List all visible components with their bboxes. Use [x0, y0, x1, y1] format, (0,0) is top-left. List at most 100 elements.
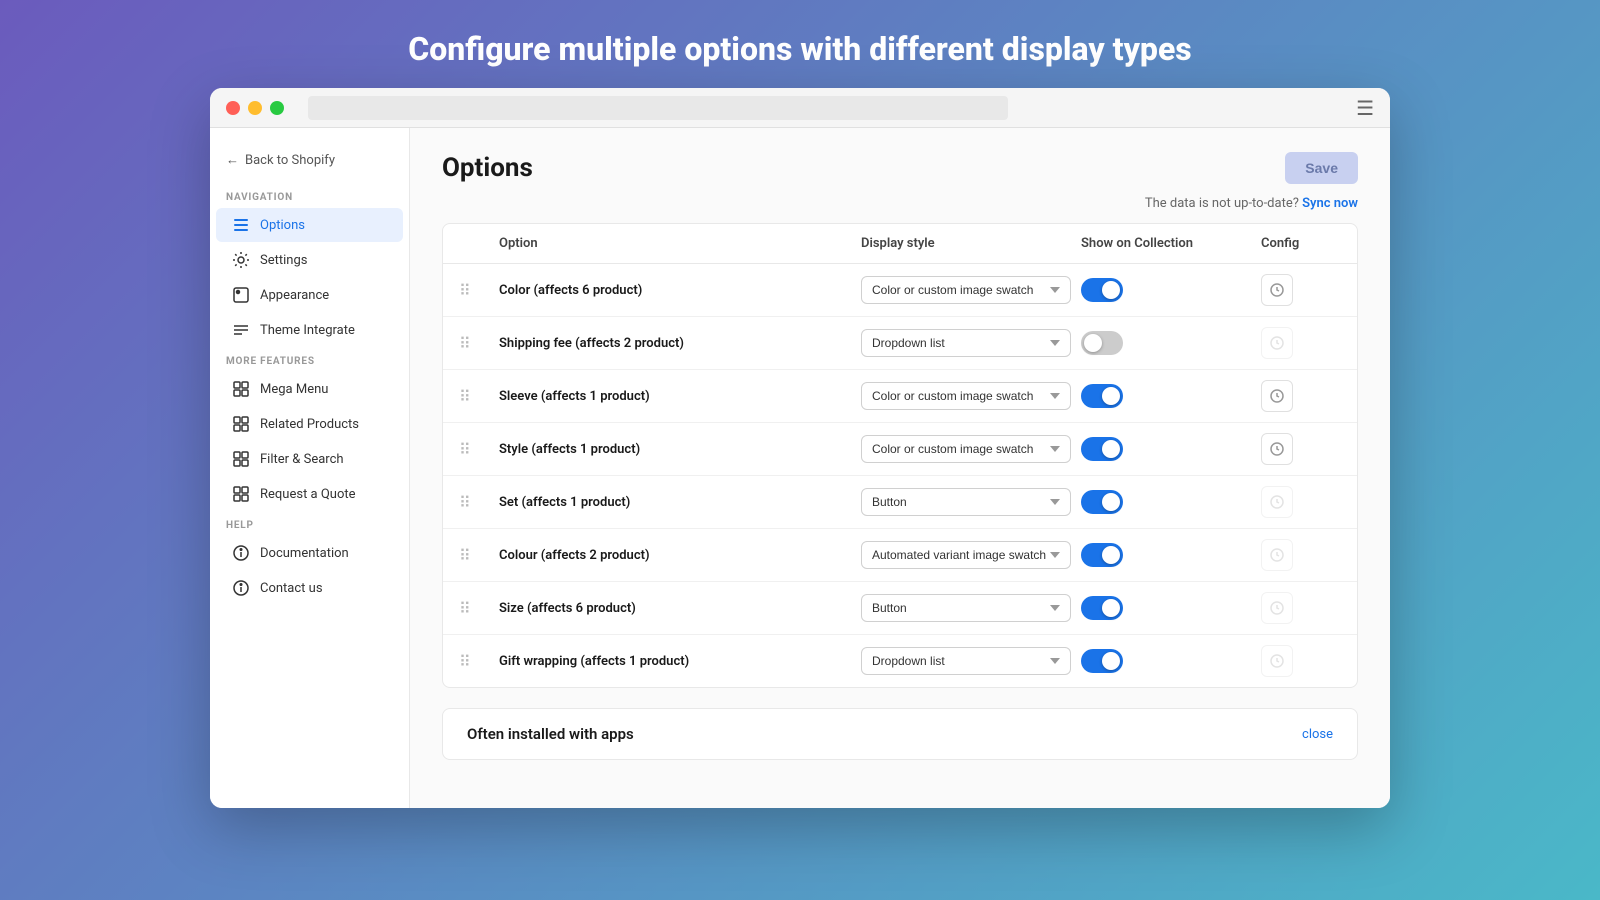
- filter-search-icon: [232, 450, 250, 468]
- config-cell-7: [1261, 645, 1341, 677]
- titlebar-menu-icon[interactable]: ☰: [1356, 96, 1374, 120]
- option-name-cell: Color (affects 6 product): [499, 283, 861, 298]
- table-row: ⠿ Set (affects 1 product) Button Color o…: [443, 476, 1357, 529]
- often-installed-section: Often installed with apps close: [442, 708, 1358, 760]
- toggle-cell-5: [1081, 543, 1261, 567]
- back-arrow-icon: ←: [226, 152, 239, 168]
- sidebar-item-mega-menu[interactable]: Mega Menu: [216, 372, 403, 406]
- display-style-select-4[interactable]: Button Color or custom image swatch Drop…: [861, 488, 1071, 516]
- config-cell-4: [1261, 486, 1341, 518]
- traffic-lights: [226, 101, 284, 115]
- toggle-thumb-2: [1102, 387, 1120, 405]
- hero-title: Configure multiple options with differen…: [408, 0, 1191, 88]
- toggle-cell-1: [1081, 331, 1261, 355]
- sidebar: ← Back to Shopify NAVIGATION Options Set…: [210, 128, 410, 808]
- option-name: Color: [499, 283, 530, 298]
- documentation-icon: [232, 544, 250, 562]
- toggle-0[interactable]: [1081, 278, 1123, 302]
- toggle-cell-3: [1081, 437, 1261, 461]
- drag-handle[interactable]: ⠿: [459, 599, 499, 618]
- display-style-select-7[interactable]: Dropdown list Color or custom image swat…: [861, 647, 1071, 675]
- display-style-select-2[interactable]: Color or custom image swatch Dropdown li…: [861, 382, 1071, 410]
- option-name: Sleeve: [499, 389, 538, 404]
- toggle-cell-6: [1081, 596, 1261, 620]
- toggle-7[interactable]: [1081, 649, 1123, 673]
- back-to-shopify-button[interactable]: ← Back to Shopify: [210, 144, 409, 184]
- toggle-3[interactable]: [1081, 437, 1123, 461]
- table-header: Option Display style Show on Collection …: [443, 224, 1357, 264]
- sidebar-item-contact-us[interactable]: Contact us: [216, 571, 403, 605]
- titlebar: ☰: [210, 88, 1390, 128]
- display-style-cell: Color or custom image swatch Dropdown li…: [861, 276, 1081, 304]
- display-style-cell: Dropdown list Color or custom image swat…: [861, 647, 1081, 675]
- drag-handle[interactable]: ⠿: [459, 281, 499, 300]
- toggle-5[interactable]: [1081, 543, 1123, 567]
- sidebar-item-mega-menu-label: Mega Menu: [260, 382, 328, 397]
- sidebar-item-theme-integrate[interactable]: Theme Integrate: [216, 313, 403, 347]
- often-installed-title: Often installed with apps: [467, 725, 634, 743]
- maximize-dot[interactable]: [270, 101, 284, 115]
- config-cell-3: [1261, 433, 1341, 465]
- sidebar-item-settings[interactable]: Settings: [216, 243, 403, 277]
- page-header: Options Save: [442, 152, 1358, 184]
- settings-icon: [232, 251, 250, 269]
- config-cell-2: [1261, 380, 1341, 412]
- config-col-header: Config: [1261, 236, 1341, 251]
- drag-handle[interactable]: ⠿: [459, 334, 499, 353]
- option-name-cell: Colour (affects 2 product): [499, 548, 861, 563]
- toggle-4[interactable]: [1081, 490, 1123, 514]
- config-button-2[interactable]: [1261, 380, 1293, 412]
- sidebar-item-documentation[interactable]: Documentation: [216, 536, 403, 570]
- display-style-select-3[interactable]: Color or custom image swatch Dropdown li…: [861, 435, 1071, 463]
- request-quote-icon: [232, 485, 250, 503]
- sync-now-link[interactable]: Sync now: [1302, 196, 1358, 211]
- option-affects: (affects 6 product): [527, 601, 636, 616]
- back-to-shopify-label: Back to Shopify: [245, 153, 335, 168]
- related-products-icon: [232, 415, 250, 433]
- minimize-dot[interactable]: [248, 101, 262, 115]
- drag-handle[interactable]: ⠿: [459, 652, 499, 671]
- toggle-thumb-4: [1102, 493, 1120, 511]
- config-button-0[interactable]: [1261, 274, 1293, 306]
- sidebar-item-appearance[interactable]: Appearance: [216, 278, 403, 312]
- sidebar-item-related-products[interactable]: Related Products: [216, 407, 403, 441]
- option-name: Set: [499, 495, 518, 510]
- sidebar-item-options[interactable]: Options: [216, 208, 403, 242]
- option-affects: (affects 1 product): [541, 389, 650, 404]
- config-button-3[interactable]: [1261, 433, 1293, 465]
- often-installed-close-button[interactable]: close: [1302, 727, 1333, 742]
- close-dot[interactable]: [226, 101, 240, 115]
- toggle-thumb-5: [1102, 546, 1120, 564]
- display-style-cell: Button Color or custom image swatch Drop…: [861, 594, 1081, 622]
- option-affects: (affects 6 product): [534, 283, 643, 298]
- save-button[interactable]: Save: [1285, 152, 1358, 184]
- drag-handle[interactable]: ⠿: [459, 546, 499, 565]
- drag-handle[interactable]: ⠿: [459, 493, 499, 512]
- sidebar-item-request-quote[interactable]: Request a Quote: [216, 477, 403, 511]
- sidebar-item-filter-search[interactable]: Filter & Search: [216, 442, 403, 476]
- option-name-cell: Sleeve (affects 1 product): [499, 389, 861, 404]
- app-window: ☰ ← Back to Shopify NAVIGATION Options S…: [210, 88, 1390, 808]
- sidebar-item-appearance-label: Appearance: [260, 288, 329, 303]
- toggle-6[interactable]: [1081, 596, 1123, 620]
- option-affects: (affects 2 product): [541, 548, 650, 563]
- toggle-1[interactable]: [1081, 331, 1123, 355]
- toggle-thumb-3: [1102, 440, 1120, 458]
- toggle-2[interactable]: [1081, 384, 1123, 408]
- drag-handle[interactable]: ⠿: [459, 387, 499, 406]
- display-style-select-1[interactable]: Dropdown list Color or custom image swat…: [861, 329, 1071, 357]
- config-cell-1: [1261, 327, 1341, 359]
- sidebar-item-filter-search-label: Filter & Search: [260, 452, 344, 467]
- show-on-collection-col-header: Show on Collection: [1081, 236, 1261, 251]
- contact-us-icon: [232, 579, 250, 597]
- toggle-thumb-6: [1102, 599, 1120, 617]
- display-style-select-5[interactable]: Automated variant image swatch Color or …: [861, 541, 1071, 569]
- display-style-select-6[interactable]: Button Color or custom image swatch Drop…: [861, 594, 1071, 622]
- table-row: ⠿ Sleeve (affects 1 product) Color or cu…: [443, 370, 1357, 423]
- display-style-cell: Automated variant image swatch Color or …: [861, 541, 1081, 569]
- help-section-label: HELP: [210, 512, 409, 535]
- drag-handle[interactable]: ⠿: [459, 440, 499, 459]
- display-style-cell: Button Color or custom image swatch Drop…: [861, 488, 1081, 516]
- display-style-select-0[interactable]: Color or custom image swatch Dropdown li…: [861, 276, 1071, 304]
- display-style-cell: Dropdown list Color or custom image swat…: [861, 329, 1081, 357]
